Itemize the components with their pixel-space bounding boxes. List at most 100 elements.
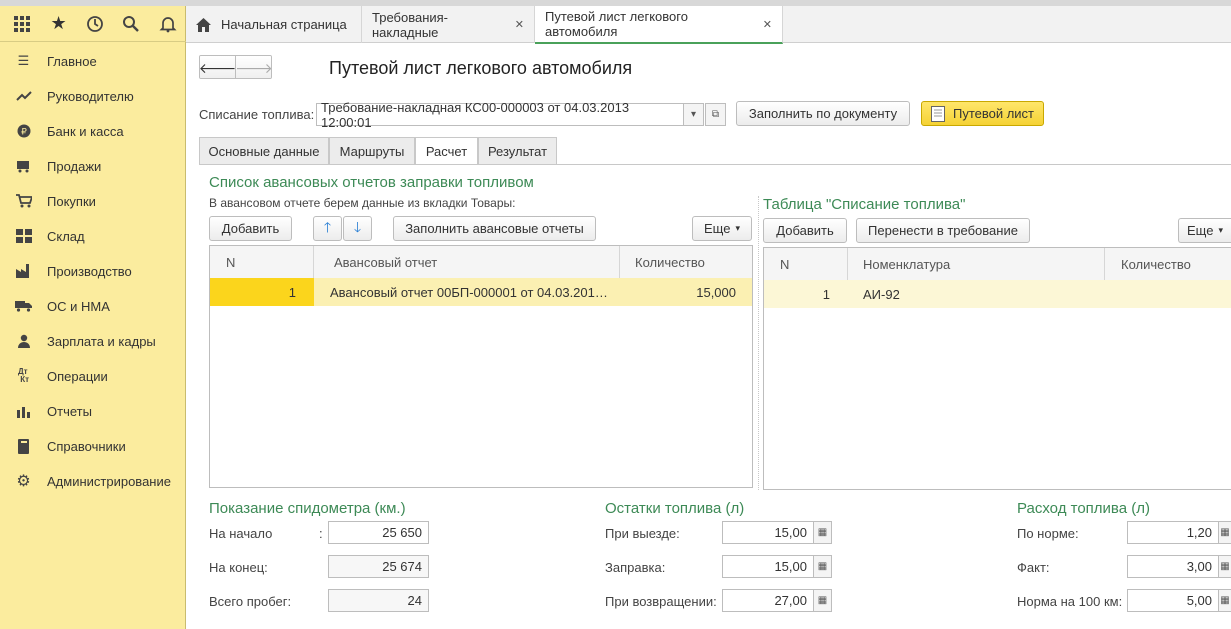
calculator-icon[interactable]: ▦ [813, 521, 832, 544]
calculator-icon[interactable]: ▦ [1218, 521, 1231, 544]
transfer-to-requisition-button[interactable]: Перенести в требование [856, 218, 1030, 243]
move-up-icon[interactable]: 🡑 [313, 216, 342, 241]
total-label: Всего пробег: [209, 594, 292, 609]
more-label: Еще [1187, 223, 1214, 238]
tab-requisitions[interactable]: Требования-накладные ✕ [362, 6, 535, 43]
fact-consumption-field[interactable]: 3,00 [1127, 555, 1219, 578]
fill-by-document-button[interactable]: Заполнить по документу [736, 101, 910, 126]
back-arrow-icon[interactable]: 🡐 [200, 56, 236, 78]
forward-arrow-icon[interactable]: 🡒 [235, 56, 271, 78]
calculator-icon[interactable]: ▦ [813, 555, 832, 578]
fuel-writeoff-field[interactable]: Требование-накладная КС00-000003 от 04.0… [316, 100, 684, 130]
table-row[interactable]: 1 Авансовый отчет 00БП-000001 от 04.03.2… [210, 278, 752, 306]
bell-icon[interactable] [150, 6, 186, 42]
sidebar-item-label: Производство [47, 263, 132, 279]
sidebar-toolbar: ★ [0, 6, 186, 42]
home-icon [196, 17, 211, 32]
row-number: 1 [210, 278, 314, 306]
writeoff-add-button[interactable]: Добавить [763, 218, 847, 243]
sidebar-item-label: Главное [47, 53, 97, 69]
tab-waybill[interactable]: Путевой лист легкового автомобиля ✕ [535, 6, 783, 44]
sidebar-item-production[interactable]: Производство [0, 257, 185, 285]
close-icon[interactable]: ✕ [763, 18, 772, 31]
advance-more-button[interactable]: Еще ▾ [692, 216, 752, 241]
row-number: 1 [822, 286, 830, 302]
sidebar-item-label: Операции [47, 368, 108, 384]
departure-fuel-field[interactable]: 15,00 [722, 521, 814, 544]
sidebar-item-salary[interactable]: Зарплата и кадры [0, 327, 185, 355]
sidebar-item-manager[interactable]: Руководителю [0, 82, 185, 110]
column-header[interactable]: Количество [620, 246, 752, 278]
calculator-icon[interactable]: ▦ [813, 589, 832, 612]
fill-advance-reports-button[interactable]: Заполнить авансовые отчеты [393, 216, 596, 241]
row-quantity: 15,000 [620, 278, 752, 306]
column-header[interactable]: N [764, 248, 848, 280]
norm-consumption-field[interactable]: 1,20 [1127, 521, 1219, 544]
dt-kt-icon: Дт Кт [17, 367, 30, 384]
tab-bar: Начальная страница Требования-накладные … [186, 6, 1231, 44]
sidebar-item-label: Продажи [47, 158, 102, 174]
advance-section-title: Список авансовых отчетов заправки топлив… [209, 174, 534, 191]
cart-sale-icon [0, 159, 47, 173]
sidebar-item-operations[interactable]: Дт Кт Операции [0, 362, 185, 390]
table-row[interactable]: 1 АИ-92 [764, 280, 1231, 308]
column-header[interactable]: N [210, 246, 314, 278]
sidebar-item-reports[interactable]: Отчеты [0, 397, 185, 425]
speedometer-start-field[interactable]: 25 650 [328, 521, 429, 544]
person-icon [0, 334, 47, 348]
sidebar-item-label: Справочники [47, 438, 126, 454]
tab-calculation[interactable]: Расчет [415, 137, 478, 165]
tab-routes[interactable]: Маршруты [329, 137, 415, 164]
page-title: Путевой лист легкового автомобиля [329, 58, 633, 78]
cart-icon [0, 194, 47, 208]
open-icon[interactable]: ⧉ [705, 103, 726, 126]
column-header[interactable]: Номенклатура [848, 248, 1105, 280]
fuel-balance-title: Остатки топлива (л) [605, 500, 745, 517]
row-report: Авансовый отчет 00БП-000001 от 04.03.201… [314, 278, 620, 306]
sidebar-item-bank[interactable]: ₽ Банк и касса [0, 117, 185, 145]
tab-main-data[interactable]: Основные данные [199, 137, 329, 164]
refuel-field[interactable]: 15,00 [722, 555, 814, 578]
truck-icon [0, 300, 47, 312]
star-icon[interactable]: ★ [40, 6, 76, 42]
fuel-consumption-title: Расход топлива (л) [1017, 500, 1150, 517]
sidebar: ★ ☰ Главное Руководителю ₽ Банк и касса … [0, 6, 186, 629]
sidebar-item-sales[interactable]: Продажи [0, 152, 185, 180]
row-quantity [1105, 280, 1231, 308]
end-label: На конец: [209, 560, 268, 575]
total-mileage-field: 24 [328, 589, 429, 612]
book-icon [0, 438, 47, 454]
calculator-icon[interactable]: ▦ [1218, 555, 1231, 578]
svg-text:₽: ₽ [21, 128, 27, 138]
move-down-icon[interactable]: 🡓 [343, 216, 372, 241]
apps-grid-icon[interactable] [4, 6, 40, 42]
column-header[interactable]: Количество [1105, 248, 1231, 280]
sidebar-item-admin[interactable]: ⚙ Администрирование [0, 467, 185, 495]
close-icon[interactable]: ✕ [515, 18, 524, 31]
speedometer-title: Показание спидометра (км.) [209, 500, 406, 517]
waybill-button[interactable]: Путевой лист [921, 101, 1044, 126]
sidebar-item-label: Банк и касса [47, 123, 124, 139]
column-header[interactable]: Авансовый отчет [314, 246, 620, 278]
speedometer-end-field[interactable]: 25 674 [328, 555, 429, 578]
advance-add-button[interactable]: Добавить [209, 216, 292, 241]
chevron-down-icon[interactable]: ▾ [683, 103, 704, 126]
sidebar-item-catalogs[interactable]: Справочники [0, 432, 185, 460]
more-label: Еще [704, 221, 731, 236]
sidebar-item-label: Администрирование [47, 473, 171, 489]
sidebar-item-assets[interactable]: ОС и НМА [0, 292, 185, 320]
search-icon[interactable] [113, 6, 149, 42]
history-icon[interactable] [77, 6, 113, 42]
per100-field[interactable]: 5,00 [1127, 589, 1219, 612]
tab-result[interactable]: Результат [478, 137, 557, 164]
sidebar-item-main[interactable]: ☰ Главное [0, 47, 185, 75]
sidebar-item-label: Руководителю [47, 88, 134, 104]
sidebar-item-purchases[interactable]: Покупки [0, 187, 185, 215]
tabs-divider [199, 164, 1231, 165]
tab-home[interactable]: Начальная страница [186, 6, 362, 43]
return-fuel-field[interactable]: 27,00 [722, 589, 814, 612]
sidebar-item-warehouse[interactable]: Склад [0, 222, 185, 250]
document-icon [930, 105, 945, 122]
writeoff-more-button[interactable]: Еще ▾ [1178, 218, 1231, 243]
calculator-icon[interactable]: ▦ [1218, 589, 1231, 612]
